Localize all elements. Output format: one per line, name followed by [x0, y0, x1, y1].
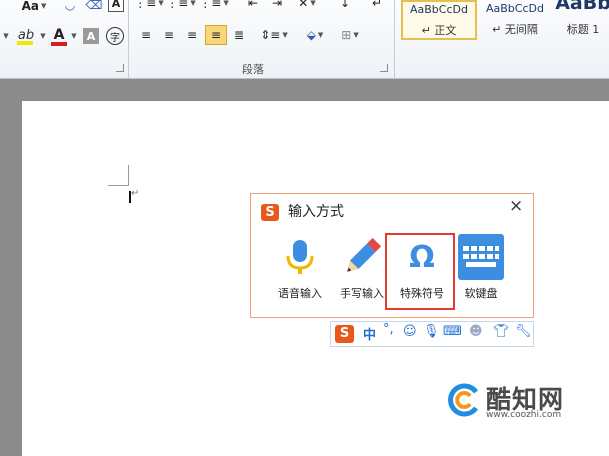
char-shading-icon[interactable]: A	[83, 28, 99, 44]
font-color-dropdown-icon[interactable]: ▼	[69, 26, 77, 46]
paragraph-dialog-launcher-icon[interactable]	[380, 64, 388, 72]
increase-indent-icon[interactable]: ⇥	[268, 0, 286, 12]
font-dialog-launcher-icon[interactable]	[116, 64, 124, 72]
font-color-button[interactable]: A	[49, 24, 69, 46]
highlight-color-button[interactable]: ab	[14, 24, 38, 46]
shading-icon[interactable]: ⬙ ▼	[300, 26, 330, 44]
align-right-icon[interactable]: ≡	[183, 26, 201, 44]
justify-icon[interactable]: ≡	[205, 25, 227, 45]
font-size-button[interactable]: Aa ▼	[20, 0, 48, 16]
selection-highlight-box	[385, 233, 455, 310]
chinese-layout-icon[interactable]: ✕ ▼	[296, 0, 318, 12]
sort-icon[interactable]: ↓	[336, 0, 354, 12]
bullets-icon[interactable]: ⋮≡ ▼	[134, 0, 163, 12]
paragraph-group-label: 段落	[242, 63, 264, 76]
microphone-icon	[286, 240, 314, 274]
char-border-icon[interactable]: A	[108, 0, 124, 12]
borders-icon[interactable]: ⊞ ▼	[336, 26, 364, 44]
voice-input-option[interactable]: 语音输入	[271, 234, 329, 304]
soft-keyboard-option[interactable]: 软键盘	[452, 234, 510, 304]
pencil-icon	[347, 237, 382, 272]
watermark-url: www.coozhi.com	[486, 410, 562, 420]
style-no-spacing[interactable]: AaBbCcDd ↵ 无间隔	[477, 0, 553, 40]
clear-format-icon[interactable]: ⌫	[86, 0, 103, 14]
coozhi-logo-icon	[448, 383, 479, 417]
decrease-indent-icon[interactable]: ⇤	[244, 0, 262, 12]
align-center-icon[interactable]: ≡	[160, 26, 178, 44]
emoji-icon[interactable]: ☺	[403, 324, 417, 339]
ribbon: Aa ▼ ◡ ⌫ A ▼ ab ▼ A ▼ A 字 ⋮≡ ▼ ⋮≡ ▼ ⋮≡ ▼ ⇤ ⇥…	[0, 0, 609, 79]
group-separator	[394, 0, 395, 78]
change-case-icon[interactable]: ◡	[62, 0, 78, 14]
handwriting-input-option[interactable]: 手写输入	[333, 234, 391, 304]
margin-corner-mark	[128, 165, 129, 186]
sogou-logo-icon: S	[261, 204, 279, 221]
numbering-icon[interactable]: ⋮≡ ▼	[166, 0, 195, 12]
sogou-logo-icon[interactable]: S	[335, 325, 354, 343]
group-separator	[128, 0, 129, 78]
close-button[interactable]: ×	[509, 196, 523, 216]
shirt-icon[interactable]: 👕︎	[493, 324, 510, 339]
multilevel-list-icon[interactable]: ⋮≡ ▼	[199, 0, 228, 12]
watermark: 酷知网 www.coozhi.com	[446, 380, 581, 425]
enclose-char-icon[interactable]: 字	[106, 27, 124, 45]
margin-corner-mark	[108, 185, 129, 186]
show-marks-icon[interactable]: ↵	[370, 0, 384, 12]
highlight-dropdown-icon[interactable]: ▼	[38, 26, 46, 46]
wrench-icon[interactable]: 🔧︎	[515, 324, 532, 339]
style-normal[interactable]: AaBbCcDd ↵ 正文	[401, 0, 477, 40]
panel-title: 输入方式	[288, 204, 344, 220]
distribute-icon[interactable]: ≣	[230, 26, 248, 44]
chinese-mode-toggle[interactable]: 中	[363, 324, 376, 343]
user-icon[interactable]: ☻	[469, 324, 483, 339]
microphone-icon[interactable]: 🎙︎	[423, 324, 440, 339]
paragraph-mark: ↵	[131, 188, 140, 199]
dropdown-arrow-icon[interactable]: ▼	[0, 26, 10, 46]
keyboard-icon	[458, 234, 504, 280]
ime-toolbar: S 中 °, ☺ 🎙︎ ⌨ ☻ 👕︎ 🔧︎	[330, 321, 534, 347]
style-heading-1[interactable]: AaBb 标题 1	[553, 0, 609, 40]
keyboard-icon[interactable]: ⌨	[443, 324, 462, 339]
align-left-icon[interactable]: ≡	[137, 26, 155, 44]
punctuation-toggle[interactable]: °,	[383, 322, 394, 337]
line-spacing-icon[interactable]: ⇕≡ ▼	[260, 26, 288, 44]
